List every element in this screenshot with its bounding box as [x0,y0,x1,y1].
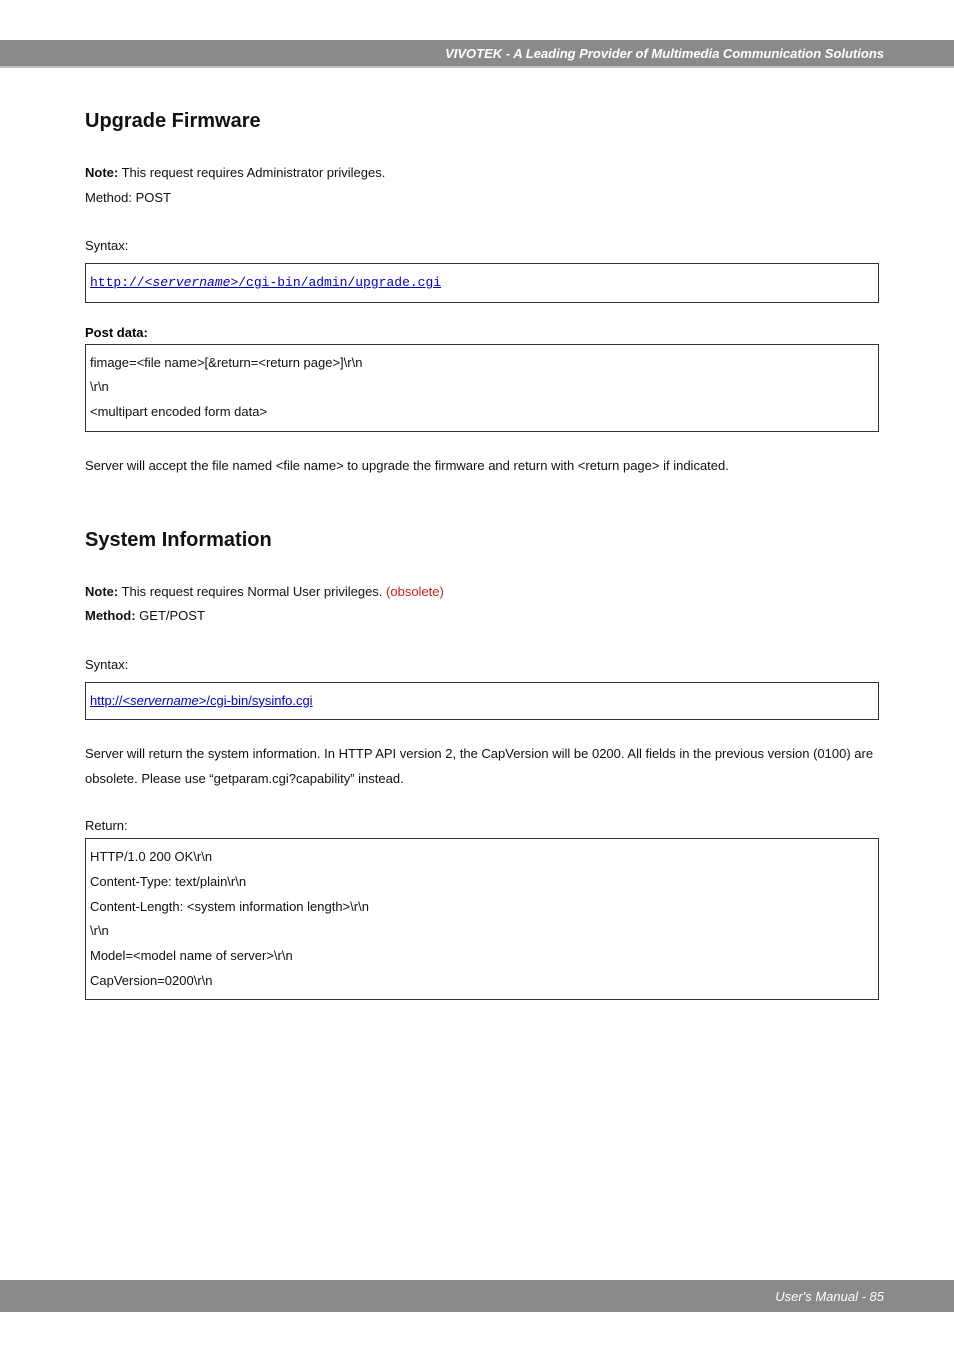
return-line1: HTTP/1.0 200 OK\r\n [90,845,874,870]
section1-note: Note: This request requires Administrato… [85,161,879,186]
section2-return-label: Return: [85,814,879,839]
page: VIVOTEK - A Leading Provider of Multimed… [0,0,954,1350]
section1-syntax-label: Syntax: [85,234,879,259]
section1-title: Upgrade Firmware [85,110,879,133]
url-post: >/cgi-bin/admin/upgrade.cgi [230,275,441,290]
note-text: This request requires Administrator priv… [118,165,385,180]
section1-postdata-label: Post data: [85,325,879,340]
content-area: Upgrade Firmware Note: This request requ… [85,110,879,1000]
section1-postdata-box: fimage=<file name>[&return=<return page>… [85,344,879,432]
section2-note: Note: This request requires Normal User … [85,580,879,605]
note-label-2: Note: [85,584,118,599]
header-bar: VIVOTEK - A Leading Provider of Multimed… [0,40,954,66]
section2-syntax-url[interactable]: http://<servername>/cgi-bin/sysinfo.cgi [90,693,313,708]
section2-method: Method: GET/POST [85,604,879,629]
header-title: VIVOTEK - A Leading Provider of Multimed… [445,46,884,61]
footer-text: User's Manual - 85 [775,1289,884,1304]
return-line4: \r\n [90,919,874,944]
url2-post: >/cgi-bin/sysinfo.cgi [199,693,313,708]
method-label-2: Method: [85,608,136,623]
return-line3: Content-Length: <system information leng… [90,895,874,920]
url2-pre: http://< [90,693,130,708]
postdata-line2: \r\n [90,375,874,400]
url-pre: http://< [90,275,152,290]
url-servername: servername [152,275,230,290]
header-underline [0,66,954,68]
return-line5: Model=<model name of server>\r\n [90,944,874,969]
postdata-line3: <multipart encoded form data> [90,400,874,425]
note-text-2: This request requires Normal User privil… [118,584,386,599]
section1-syntax-box: http://<servername>/cgi-bin/admin/upgrad… [85,263,879,303]
method-text-2: GET/POST [136,608,205,623]
note-obsolete: (obsolete) [386,584,444,599]
url2-servername: servername [130,693,199,708]
section1-method: Method: POST [85,186,879,211]
section1-syntax-url[interactable]: http://<servername>/cgi-bin/admin/upgrad… [90,275,441,290]
section2-syntax-label: Syntax: [85,653,879,678]
section2-desc: Server will return the system informatio… [85,742,879,791]
return-line2: Content-Type: text/plain\r\n [90,870,874,895]
return-line6: CapVersion=0200\r\n [90,969,874,994]
postdata-line1: fimage=<file name>[&return=<return page>… [90,351,874,376]
footer-bar: User's Manual - 85 [0,1280,954,1312]
section2-syntax-box: http://<servername>/cgi-bin/sysinfo.cgi [85,682,879,721]
note-label: Note: [85,165,118,180]
section1-desc: Server will accept the file named <file … [85,454,879,479]
section2-title: System Information [85,529,879,552]
section2-return-box: HTTP/1.0 200 OK\r\n Content-Type: text/p… [85,838,879,1000]
